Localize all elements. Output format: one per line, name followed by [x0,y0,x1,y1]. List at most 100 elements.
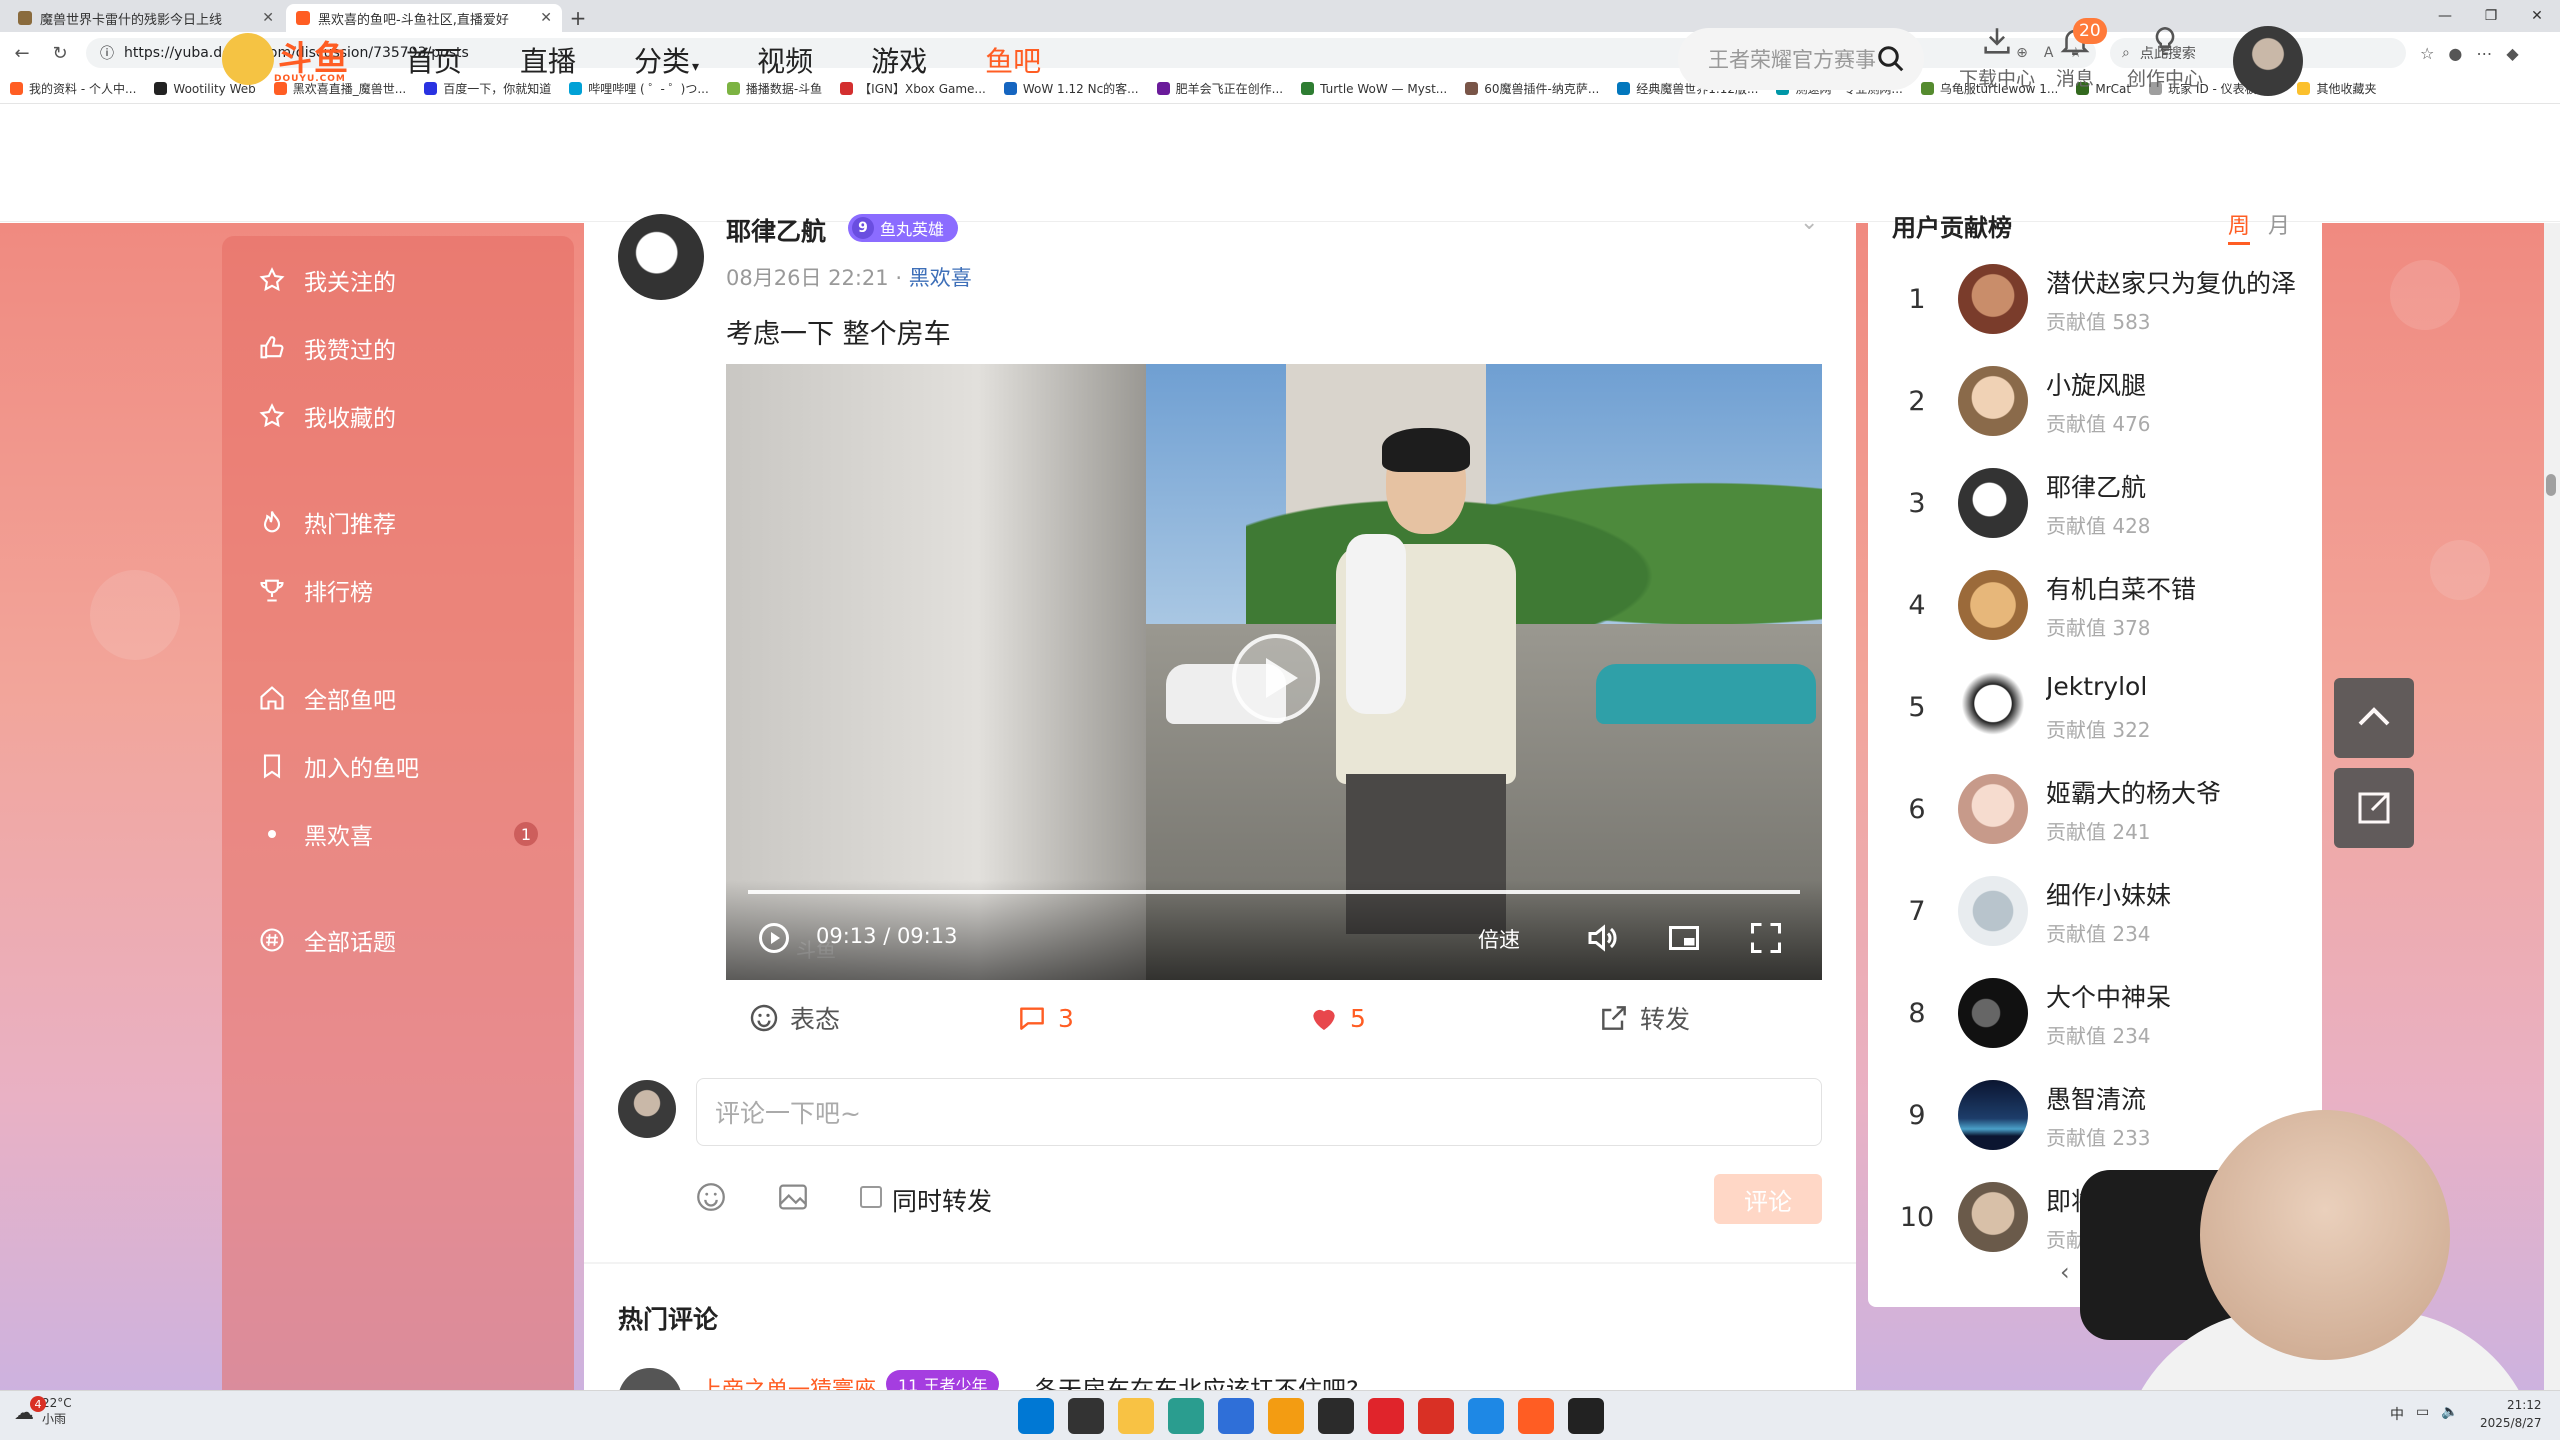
task-view-icon[interactable] [1068,1398,1104,1434]
app-icon[interactable] [1468,1398,1504,1434]
wps-icon[interactable] [1418,1398,1454,1434]
douyu-app-icon[interactable] [1518,1398,1554,1434]
ime-indicator[interactable]: 中 [2390,1404,2404,1424]
bookmark-item[interactable]: 【IGN】Xbox Game... [840,80,986,97]
video-progress-bar[interactable] [748,890,1800,894]
share-icon [1602,1006,1626,1030]
app-icon[interactable] [1268,1398,1304,1434]
minimize-icon[interactable]: — [2422,0,2468,32]
ranking-row[interactable]: 8 大个中神呆 贡献值 234 [1892,968,2312,1058]
share-button[interactable]: 转发 [1598,998,1690,1038]
post-forum-link[interactable]: 黑欢喜 [909,266,972,290]
site-info-icon[interactable]: ⓘ [100,43,114,63]
app-icon[interactable] [1568,1398,1604,1434]
new-tab-button[interactable]: + [564,4,592,32]
network-icon[interactable]: ▭ [2416,1404,2429,1424]
sidebar-item-all-topics[interactable]: 全部话题 [258,918,396,962]
submit-comment-button[interactable]: 评论 [1714,1174,1822,1224]
system-clock[interactable]: 21:12 2025/8/27 [2480,1396,2542,1432]
bookmark-item[interactable]: 哔哩哔哩 ( ゜- ゜)つ... [569,80,709,97]
ranking-row[interactable]: 6 姬霸大的杨大爷 贡献值 241 [1892,764,2312,854]
bookmark-item[interactable]: Turtle WoW — Myst... [1301,82,1447,96]
ranking-row[interactable]: 7 细作小妹妹 贡献值 234 [1892,866,2312,956]
search-icon[interactable] [1876,44,1906,74]
more-menu-icon[interactable]: ⋯ [2476,44,2492,63]
ranking-row[interactable]: 5 Jektrylol 贡献值 322 [1892,662,2312,752]
douyu-logo[interactable]: 斗鱼 DOUYU.COM [222,32,358,86]
sidebar-item-following[interactable]: 我关注的 [258,258,396,302]
post-author-name[interactable]: 耶律乙航 [726,212,826,248]
store-icon[interactable] [1218,1398,1254,1434]
image-upload-icon[interactable] [776,1180,810,1214]
download-center-button[interactable]: 下载中心 [1952,24,2042,94]
restore-icon[interactable]: ❐ [2468,0,2514,32]
browser-tab[interactable]: 魔兽世界卡雷什的残影今日上线 ✕ [8,4,284,32]
sidebar-item-ranking[interactable]: 排行榜 [258,568,373,612]
bookmark-item[interactable]: 我的资料 - 个人中... [10,80,136,97]
copilot-icon[interactable]: ◆ [2506,44,2518,63]
sidebar-item-joined-bars[interactable]: 加入的鱼吧 [258,744,419,788]
ranking-row[interactable]: 3 耶律乙航 贡献值 428 [1892,458,2312,548]
tab-close-icon[interactable]: ✕ [262,10,274,26]
user-avatar[interactable] [2233,26,2303,96]
ranking-tab-week[interactable]: 周 [2228,208,2250,240]
bookmark-item[interactable]: 60魔兽插件-纳克萨... [1465,80,1599,97]
ranking-row[interactable]: 1 潜伏赵家只为复仇的泽 贡献值 583 [1892,254,2312,344]
volume-tray-icon[interactable]: 🔈 [2441,1404,2458,1424]
file-explorer-icon[interactable] [1118,1398,1154,1434]
reload-icon[interactable]: ↻ [48,43,72,64]
sidebar-item-hot[interactable]: 热门推荐 [258,500,396,544]
other-favorites[interactable]: 其他收藏夹 [2297,80,2377,97]
browser-tab-active[interactable]: 黑欢喜的鱼吧-斗鱼社区,直播爱好 ✕ [286,4,562,32]
nav-video[interactable]: 视频 [757,40,813,80]
netease-music-icon[interactable] [1368,1398,1404,1434]
post-author-avatar[interactable] [618,214,704,300]
nav-category-label: 分类 [634,45,691,78]
edge-browser-icon[interactable] [1168,1398,1204,1434]
bookmark-item[interactable]: 肥羊会飞正在创作... [1156,80,1283,97]
sidebar-item-liked[interactable]: 我赞过的 [258,326,396,370]
sidebar-item-heihuanxi[interactable]: 黑欢喜 [258,812,373,856]
comment-input[interactable]: 评论一下吧~ [696,1078,1822,1146]
compose-post-button[interactable] [2334,768,2414,848]
ranking-row[interactable]: 4 有机白菜不错 贡献值 378 [1892,560,2312,650]
site-search[interactable]: 王者荣耀官方赛事 [1678,28,1924,90]
nav-yuba[interactable]: 鱼吧 [985,40,1041,80]
repost-label[interactable]: 同时转发 [892,1182,992,1218]
fullscreen-icon[interactable] [1748,920,1784,956]
app-icon[interactable] [1318,1398,1354,1434]
post-more-icon[interactable]: ⌄ [1800,210,1818,235]
bookmark-item[interactable]: 百度一下，你就知道 [424,80,551,97]
bookmark-item[interactable]: WoW 1.12 Nc的客... [1003,80,1139,97]
profile-icon[interactable]: ● [2448,44,2462,63]
bookmark-item[interactable]: 播播数据-斗鱼 [726,80,822,97]
picture-in-picture-icon[interactable] [1666,920,1702,956]
window-close-icon[interactable]: ✕ [2514,0,2560,32]
replay-icon[interactable] [756,920,792,956]
tab-close-icon[interactable]: ✕ [540,10,552,26]
like-button[interactable]: 5 [1308,998,1366,1038]
scrollbar-thumb[interactable] [2546,474,2556,496]
download-icon [1984,28,2010,54]
system-tray: 中 ▭ 🔈 [2390,1404,2459,1424]
creator-center-button[interactable]: 创作中心 [2120,24,2210,94]
big-play-icon[interactable] [1232,634,1320,722]
comment-button[interactable]: 3 [1016,998,1074,1038]
repost-checkbox[interactable] [860,1186,882,1208]
sidebar-item-favorites[interactable]: 我收藏的 [258,394,396,438]
back-to-top-button[interactable] [2334,678,2414,758]
emoji-icon[interactable] [694,1180,728,1214]
nav-games[interactable]: 游戏 [871,40,927,80]
volume-icon[interactable] [1584,920,1620,956]
nav-live[interactable]: 直播 [520,40,576,80]
sidebar-item-all-bars[interactable]: 全部鱼吧 [258,676,396,720]
ranking-tab-month[interactable]: 月 [2268,208,2290,240]
playback-speed-button[interactable]: 倍速 [1478,924,1520,954]
react-button[interactable]: 表态 [748,998,840,1038]
ranking-row[interactable]: 2 小旋风腿 贡献值 476 [1892,356,2312,446]
nav-home[interactable]: 首页 [406,40,462,80]
back-icon[interactable]: ← [10,43,34,64]
favorites-icon[interactable]: ☆ [2420,44,2434,63]
nav-category[interactable]: 分类 ▾ [634,40,699,80]
windows-start-icon[interactable] [1018,1398,1054,1434]
